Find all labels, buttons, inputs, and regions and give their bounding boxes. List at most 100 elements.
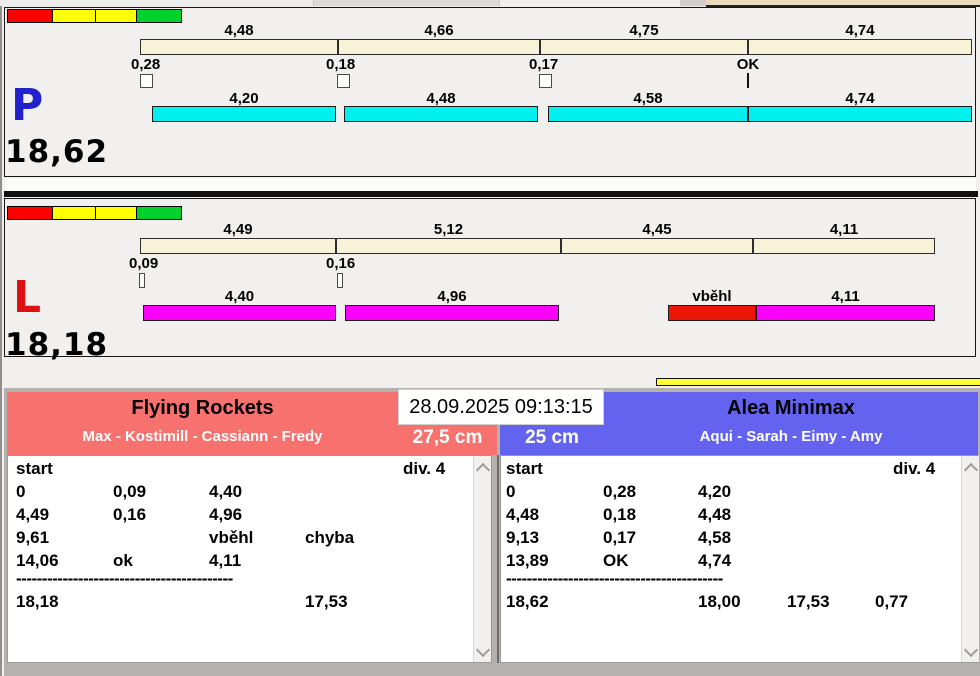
panel-gap [5, 178, 976, 191]
l-upper-bar-segment [561, 238, 753, 254]
right-row-cell: 4,58 [698, 528, 732, 547]
left-table-scrollbar[interactable] [473, 456, 491, 662]
left-row-cell: vběhl [209, 528, 254, 547]
l-run-label: 4,11 [831, 288, 860, 305]
right-row-cell: 4,20 [698, 482, 732, 501]
lane-p-letter: P [11, 80, 44, 131]
p-split-label: 4,74 [845, 22, 875, 39]
left-start-label: start [16, 459, 53, 478]
lane-p-total: 18,62 [5, 134, 109, 170]
p-checkbox-2[interactable] [337, 74, 350, 88]
scroll-down-icon[interactable] [963, 642, 979, 658]
panel-separator-bar [4, 191, 978, 197]
window-top-strip [0, 0, 313, 6]
p-run-bar [748, 106, 972, 122]
p-ok-tick [747, 73, 749, 88]
team-right-members: Aqui - Sarah - Eimy - Amy [699, 428, 883, 445]
timing-app-window: 4,48 4,66 4,75 4,74 0,28 0,18 0,17 OK 4,… [0, 0, 980, 676]
left-row-cell: 14,06 [16, 551, 59, 570]
right-table-scrollbar[interactable] [961, 456, 979, 662]
traffic-green-cell [136, 206, 182, 220]
l-split-label: 5,12 [433, 221, 464, 238]
team-left-members: Max - Kostimill - Cassiann - Fredy [82, 428, 323, 445]
window-left-edge [0, 6, 2, 676]
l-reaction-label: 0,09 [129, 255, 159, 272]
team-left-results-table[interactable] [7, 455, 492, 663]
p-checkbox-3[interactable] [539, 74, 552, 88]
p-checkbox-1[interactable] [140, 74, 153, 88]
l-checkbox-2[interactable] [337, 273, 343, 288]
window-top-tab [313, 0, 500, 6]
p-split-label: 4,66 [424, 22, 454, 39]
p-upper-bar-segment [338, 39, 540, 55]
left-row-cell: chyba [305, 528, 355, 547]
right-compare-time: 17,53 [787, 592, 830, 611]
right-row-cell: OK [603, 551, 629, 570]
traffic-red-cell [7, 9, 53, 23]
p-ok-label: OK [736, 56, 760, 73]
p-run-bar [548, 106, 748, 122]
left-row-cell: 4,96 [209, 505, 243, 524]
team-right-results-table[interactable] [500, 455, 978, 663]
left-row-cell: 0 [16, 482, 26, 501]
left-row-cell: 9,61 [16, 528, 50, 547]
team-right-name: Alea Minimax [727, 397, 855, 419]
l-upper-bar-segment [336, 238, 561, 254]
left-row-cell: 4,11 [209, 551, 242, 570]
l-checkbox-1[interactable] [139, 273, 145, 288]
traffic-yellow-cell [95, 206, 137, 220]
team-left-name: Flying Rockets [131, 397, 274, 419]
right-row-cell: 0 [506, 482, 516, 501]
right-row-cell: 4,48 [698, 505, 732, 524]
left-dash-separator: ----------------------------------------… [16, 569, 233, 588]
right-penalty-time: 18,00 [698, 592, 741, 611]
right-row-cell: 0,17 [603, 528, 637, 547]
right-dash-separator: ----------------------------------------… [506, 569, 723, 588]
right-row-cell: 0,18 [603, 505, 637, 524]
progress-bar [656, 378, 980, 386]
traffic-yellow-cell [95, 9, 137, 23]
p-run-label: 4,20 [229, 90, 259, 107]
l-run-bar [756, 305, 935, 321]
l-split-label: 4,49 [223, 221, 253, 238]
p-upper-bar-segment [748, 39, 972, 55]
p-run-label: 4,74 [845, 90, 875, 107]
traffic-yellow-cell [52, 206, 96, 220]
right-row-cell: 4,48 [506, 505, 540, 524]
p-run-label: 4,48 [426, 90, 456, 107]
left-compare-time: 17,53 [305, 592, 348, 611]
left-row-cell: 0,16 [113, 505, 147, 524]
traffic-green-cell [136, 9, 182, 23]
p-reaction-label: 0,28 [131, 56, 161, 73]
table-divider [497, 455, 499, 663]
right-row-cell: 0,28 [603, 482, 637, 501]
p-upper-bar-segment [540, 39, 748, 55]
l-run-bar [143, 305, 336, 321]
l-upper-bar-segment [753, 238, 935, 254]
right-row-cell: 9,13 [506, 528, 540, 547]
l-upper-bar-segment [140, 238, 336, 254]
p-split-label: 4,75 [629, 22, 659, 39]
l-run-label: 4,40 [224, 288, 255, 305]
l-reaction-label: 0,16 [326, 255, 356, 272]
l-run-bar [345, 305, 559, 321]
l-split-label: 4,11 [829, 221, 859, 238]
right-row-cell: 13,89 [506, 551, 549, 570]
left-div-label: div. 4 [403, 459, 446, 478]
lane-p-traffic-light [7, 9, 182, 23]
scroll-up-icon[interactable] [963, 462, 979, 478]
lane-l-letter: L [13, 272, 42, 323]
left-row-cell: ok [113, 551, 133, 570]
right-div-label: div. 4 [893, 459, 936, 478]
scroll-up-icon[interactable] [475, 462, 491, 478]
p-split-label: 4,48 [224, 22, 254, 39]
scroll-down-icon[interactable] [475, 642, 491, 658]
team-right-hurdle-height: 25 cm [525, 427, 579, 448]
l-split-label: 4,45 [642, 221, 672, 238]
right-start-label: start [506, 459, 543, 478]
left-total-time: 18,18 [16, 592, 59, 611]
p-reaction-label: 0,17 [529, 56, 559, 73]
right-total-time: 18,62 [506, 592, 549, 611]
left-row-cell: 4,40 [209, 482, 243, 501]
lane-l-traffic-light [7, 206, 182, 220]
